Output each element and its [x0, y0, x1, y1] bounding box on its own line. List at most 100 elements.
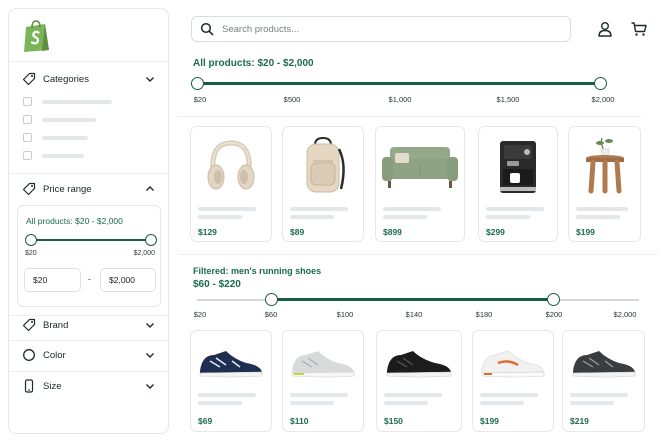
range-dash: -	[88, 274, 91, 284]
headphones-image	[191, 133, 271, 199]
tick-label: $1,000	[388, 95, 412, 104]
product-card[interactable]: $299	[478, 126, 558, 242]
color-label: Color	[43, 349, 66, 361]
price-slider-min-handle[interactable]	[25, 234, 37, 246]
chevron-up-icon[interactable]	[144, 183, 156, 195]
search-bar[interactable]	[191, 16, 571, 42]
chevron-down-icon[interactable]	[144, 319, 156, 331]
product-card[interactable]: $199	[472, 330, 554, 432]
category-option[interactable]	[23, 115, 96, 124]
tick-label: $180	[475, 310, 493, 319]
color-header[interactable]: Color	[21, 345, 156, 365]
price-range-panel: All products: $20 - $2,000 $20 $2,000 $2…	[17, 205, 161, 307]
tick-label: $2,000	[613, 310, 637, 319]
category-checkbox[interactable]	[23, 115, 32, 124]
categories-label: Categories	[43, 73, 89, 85]
product-card[interactable]: $150	[376, 330, 462, 432]
product-price: $219	[570, 416, 589, 426]
product-price: $110	[290, 416, 309, 426]
product-price: $150	[384, 416, 403, 426]
tick-label: $1,500	[496, 95, 520, 104]
tick-label: $20	[193, 95, 207, 104]
tick-label: $200	[545, 310, 563, 319]
min-price-input[interactable]: $20	[24, 268, 81, 292]
black-running-shoe-image	[377, 339, 461, 387]
sidebar-divider	[9, 61, 168, 62]
category-option[interactable]	[23, 97, 112, 106]
product-price: $899	[383, 227, 402, 237]
filter-sidebar: Categories Price range All products: $20…	[8, 8, 169, 434]
tag-icon	[21, 181, 37, 197]
section-divider	[178, 116, 642, 117]
dark-grey-running-shoe-image	[563, 339, 644, 387]
tag-icon	[21, 317, 37, 333]
product-card[interactable]: $129	[190, 126, 272, 242]
sidebar-divider	[9, 173, 168, 174]
product-card[interactable]: $110	[282, 330, 364, 432]
store-logo-icon[interactable]	[21, 19, 51, 53]
all-products-range-title: All products: $20 - $2,000	[193, 58, 314, 69]
price-range-label: Price range	[43, 183, 92, 195]
navy-running-shoe-image	[191, 339, 271, 387]
all-products-min-handle[interactable]	[191, 77, 204, 90]
product-card[interactable]: $199	[568, 126, 641, 242]
search-input[interactable]	[222, 23, 542, 35]
category-option[interactable]	[23, 133, 88, 142]
tick-label: $500	[283, 95, 301, 104]
price-slider-min-label: $20	[25, 250, 37, 257]
category-option[interactable]	[23, 151, 84, 160]
product-card[interactable]: $69	[190, 330, 272, 432]
category-checkbox[interactable]	[23, 97, 32, 106]
categories-header[interactable]: Categories	[21, 69, 156, 89]
size-header[interactable]: Size	[21, 376, 156, 396]
product-price: $299	[486, 227, 505, 237]
tag-icon	[21, 71, 37, 87]
sidebar-divider	[9, 371, 168, 372]
filtered-range-title: Filtered: men's running shoes	[193, 266, 322, 276]
price-slider-max-handle[interactable]	[145, 234, 157, 246]
price-slider-max-label: $2,000	[133, 250, 155, 257]
all-products-slider-track[interactable]	[198, 82, 601, 85]
price-range-summary: All products: $20 - $2,000	[26, 216, 123, 226]
product-card[interactable]: $219	[562, 330, 645, 432]
product-price: $199	[576, 227, 595, 237]
tick-label: $2,000	[591, 95, 615, 104]
product-price: $199	[480, 416, 499, 426]
category-checkbox[interactable]	[23, 133, 32, 142]
product-price: $129	[198, 227, 217, 237]
filtered-slider-selected-range	[271, 298, 554, 301]
sidebar-divider	[9, 340, 168, 341]
price-range-header[interactable]: Price range	[21, 179, 156, 199]
brand-label: Brand	[43, 319, 69, 331]
brand-header[interactable]: Brand	[21, 315, 156, 335]
cart-icon[interactable]	[630, 20, 648, 38]
filtered-range-values: $60 - $220	[193, 279, 241, 290]
category-checkbox[interactable]	[23, 151, 32, 160]
section-divider	[178, 254, 658, 255]
white-orange-running-shoe-image	[473, 339, 553, 387]
grey-running-shoe-image	[283, 339, 363, 387]
tick-label: $140	[405, 310, 423, 319]
sofa-image	[376, 133, 464, 199]
product-price: $89	[290, 227, 305, 237]
filtered-max-handle[interactable]	[547, 293, 560, 306]
chevron-down-icon[interactable]	[144, 73, 156, 85]
all-products-max-handle[interactable]	[594, 77, 607, 90]
tick-label: $60	[264, 310, 278, 319]
search-icon	[200, 22, 214, 36]
phone-size-icon	[21, 378, 37, 394]
side-table-image	[569, 133, 640, 199]
account-icon[interactable]	[596, 20, 614, 38]
product-card[interactable]: $89	[282, 126, 364, 242]
size-label: Size	[43, 380, 62, 392]
price-slider-track[interactable]	[30, 239, 150, 241]
chevron-down-icon[interactable]	[144, 380, 156, 392]
color-circle-icon	[21, 347, 37, 363]
tick-label: $100	[336, 310, 354, 319]
product-price: $69	[198, 416, 213, 426]
max-price-input[interactable]: $2,000	[100, 268, 156, 292]
product-card[interactable]: $899	[375, 126, 465, 242]
chevron-down-icon[interactable]	[144, 349, 156, 361]
espresso-machine-image	[479, 133, 557, 199]
filtered-min-handle[interactable]	[265, 293, 278, 306]
